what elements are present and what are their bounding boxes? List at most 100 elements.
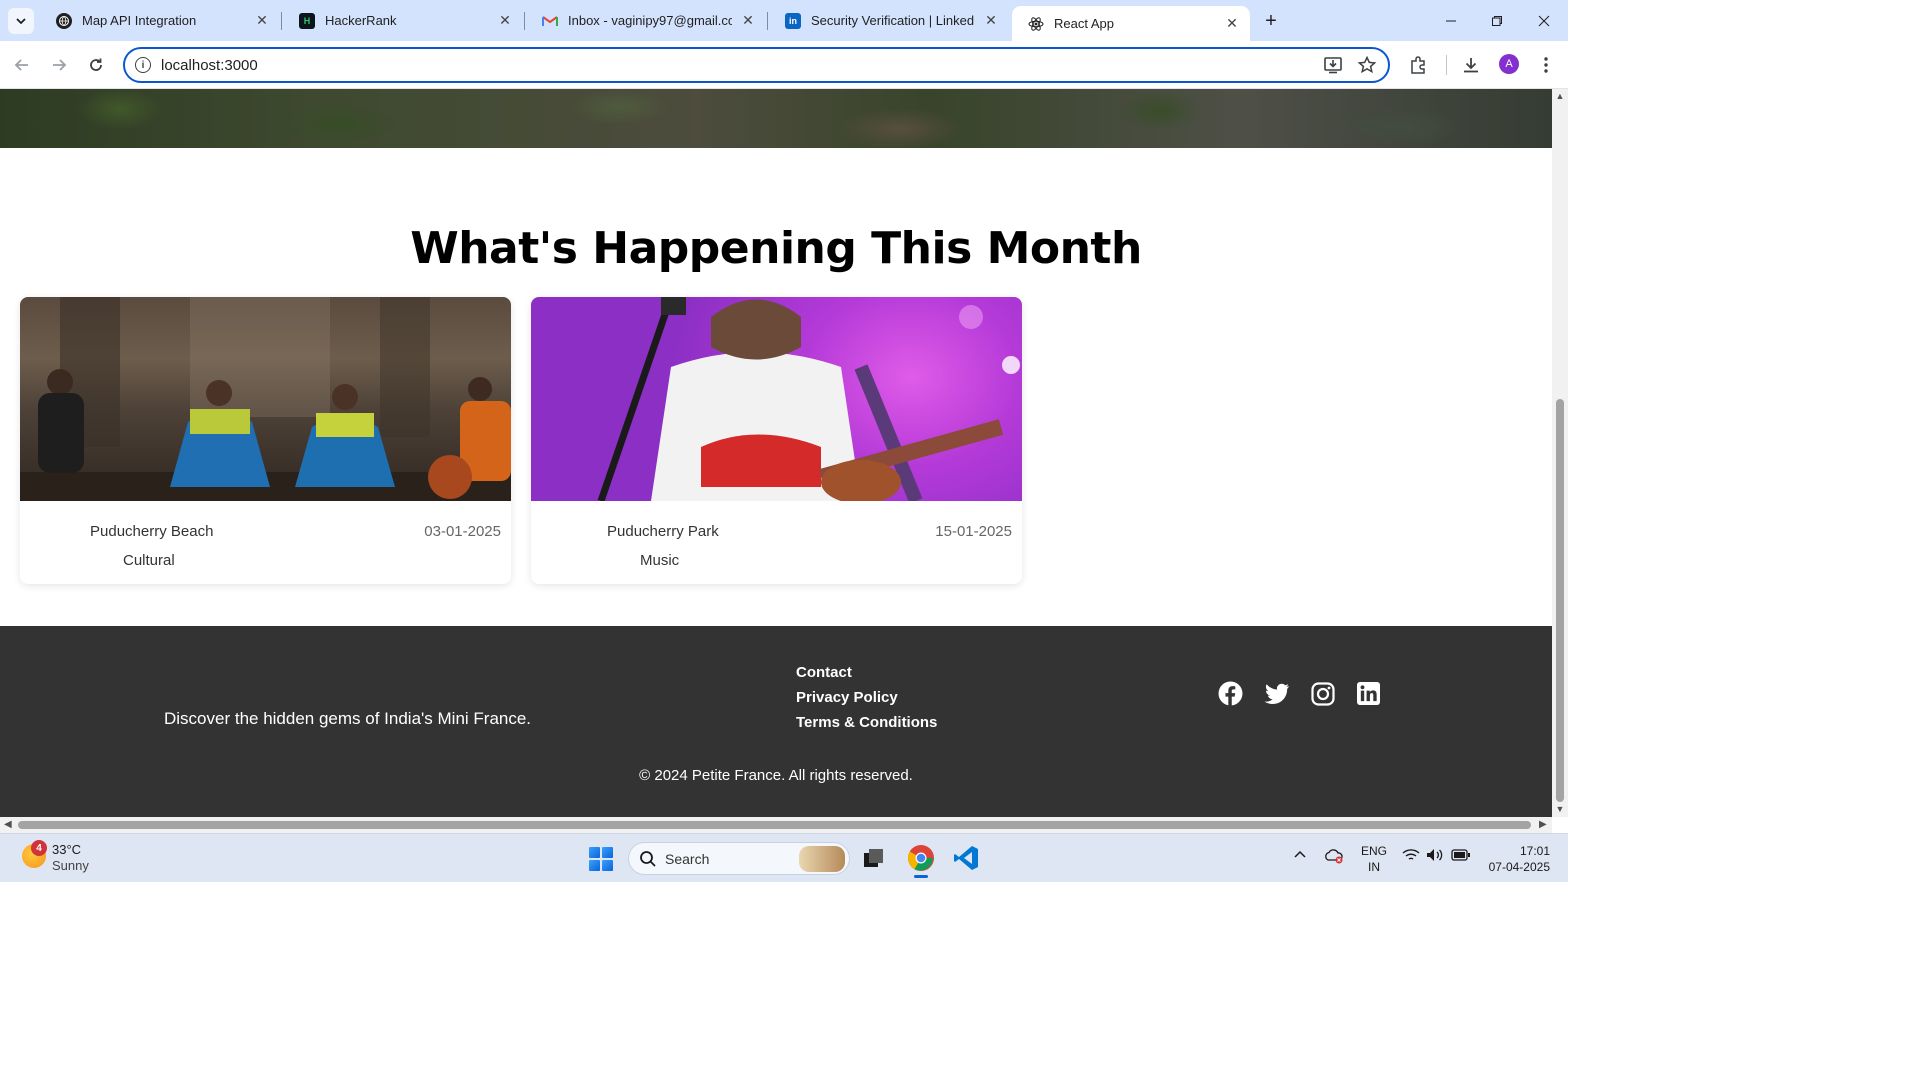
close-icon[interactable]: ✕ (254, 12, 270, 29)
chevron-up-icon[interactable] (1293, 848, 1307, 865)
globe-icon (56, 12, 72, 29)
site-info-icon[interactable]: i (135, 57, 151, 73)
vertical-scrollbar[interactable]: ▲ ▼ (1552, 89, 1568, 817)
event-date: 03-01-2025 (424, 523, 501, 540)
tab-hackerrank[interactable]: H HackerRank ✕ (283, 0, 523, 41)
kebab-menu-icon[interactable] (1534, 53, 1558, 77)
plus-icon: + (1265, 9, 1277, 32)
tab-search-button[interactable] (8, 8, 34, 34)
scroll-right-icon[interactable]: ▶ (1539, 819, 1547, 830)
toolbar-divider (1446, 55, 1447, 75)
event-location: Puducherry Park (607, 523, 719, 540)
reload-button[interactable] (82, 51, 110, 79)
scrollbar-thumb[interactable] (18, 821, 1531, 829)
twitter-icon[interactable] (1264, 681, 1289, 706)
language-indicator[interactable]: ENG IN (1361, 843, 1387, 875)
profile-avatar[interactable]: A (1499, 54, 1519, 74)
download-icon[interactable] (1459, 53, 1483, 77)
scrollbar-thumb[interactable] (1556, 399, 1564, 802)
clock-date: 07-04-2025 (1488, 860, 1550, 874)
close-icon[interactable]: ✕ (983, 12, 999, 29)
social-links (1218, 681, 1381, 706)
taskbar-vscode[interactable] (950, 842, 982, 874)
active-indicator (914, 875, 928, 878)
minimize-button[interactable] (1428, 0, 1474, 41)
event-photo (20, 297, 511, 501)
scroll-left-icon[interactable]: ◀ (4, 819, 12, 830)
weather-temperature: 33°C (52, 842, 82, 857)
linkedin-icon: in (785, 12, 801, 29)
taskbar-chrome[interactable] (905, 842, 937, 878)
battery-icon[interactable] (1451, 848, 1471, 865)
event-card[interactable]: Puducherry Park 15-01-2025 Music (531, 297, 1022, 584)
tab-divider (767, 12, 768, 30)
volume-icon[interactable] (1426, 848, 1444, 865)
event-location: Puducherry Beach (90, 523, 214, 540)
bookmark-star-icon[interactable] (1357, 55, 1377, 75)
event-card[interactable]: Puducherry Beach 03-01-2025 Cultural (20, 297, 511, 584)
close-window-button[interactable] (1521, 0, 1567, 41)
scroll-up-icon[interactable]: ▲ (1555, 91, 1565, 101)
close-icon[interactable]: ✕ (1224, 15, 1240, 32)
forward-button[interactable] (45, 51, 73, 79)
wifi-icon[interactable] (1402, 848, 1420, 865)
facebook-icon[interactable] (1218, 681, 1243, 706)
onedrive-error-icon[interactable] (1324, 848, 1344, 867)
footer-tagline: Discover the hidden gems of India's Mini… (164, 709, 532, 728)
weather-condition: Sunny (52, 858, 89, 873)
search-icon (640, 851, 656, 867)
tab-react-app[interactable]: React App ✕ (1012, 6, 1250, 41)
tab-gmail[interactable]: Inbox - vaginipy97@gmail.com ✕ (526, 0, 766, 41)
section-title: What's Happening This Month (410, 223, 1142, 274)
footer-links: Contact Privacy Policy Terms & Condition… (796, 663, 937, 738)
new-tab-button[interactable]: + (1258, 8, 1284, 34)
tab-label: React App (1054, 16, 1114, 31)
tab-linkedin[interactable]: in Security Verification | LinkedIn ✕ (769, 0, 1009, 41)
event-category: Cultural (123, 552, 175, 569)
tab-strip: Map API Integration ✕ H HackerRank ✕ Inb… (0, 0, 1568, 41)
arrow-left-icon (14, 59, 28, 71)
taskbar-search[interactable]: Search (628, 842, 850, 875)
horizontal-scrollbar[interactable]: ◀ ▶ (0, 817, 1552, 833)
taskbar-task-view[interactable] (858, 842, 890, 874)
tab-map-api[interactable]: Map API Integration ✕ (40, 0, 280, 41)
windows-logo-icon (589, 847, 600, 858)
close-icon[interactable]: ✕ (497, 12, 513, 29)
scroll-down-icon[interactable]: ▼ (1555, 804, 1565, 814)
extensions-icon[interactable] (1406, 53, 1430, 77)
task-view-icon (864, 849, 883, 867)
install-app-icon[interactable] (1323, 55, 1343, 75)
address-bar[interactable]: i localhost:3000 (123, 47, 1390, 83)
tab-divider (524, 12, 525, 30)
restore-icon (1492, 15, 1502, 26)
search-label: Search (665, 851, 710, 867)
vscode-icon (954, 846, 978, 870)
tab-label: Map API Integration (82, 13, 197, 28)
footer-link-privacy[interactable]: Privacy Policy (796, 688, 937, 713)
chrome-icon (907, 845, 934, 871)
windows-taskbar: 4 33°C Sunny Search ENG IN 17:01 07-04-2… (0, 833, 1568, 882)
react-icon (1028, 16, 1044, 32)
tab-label: HackerRank (325, 13, 397, 28)
notification-badge: 4 (31, 840, 47, 856)
url-text[interactable]: localhost:3000 (161, 57, 258, 74)
instagram-icon[interactable] (1310, 681, 1335, 706)
restore-button[interactable] (1474, 0, 1520, 41)
start-button[interactable] (589, 847, 613, 871)
system-clock[interactable]: 17:01 07-04-2025 (1478, 843, 1550, 875)
footer-link-terms[interactable]: Terms & Conditions (796, 713, 937, 738)
hackerrank-icon: H (299, 12, 315, 29)
footer-link-contact[interactable]: Contact (796, 663, 937, 688)
footer-copyright: © 2024 Petite France. All rights reserve… (639, 767, 913, 784)
back-button[interactable] (8, 51, 36, 79)
site-footer: Discover the hidden gems of India's Mini… (0, 626, 1552, 817)
arrow-right-icon (53, 59, 67, 71)
close-icon (1538, 15, 1550, 26)
minimize-icon (1446, 20, 1456, 21)
linkedin-icon[interactable] (1356, 681, 1381, 706)
gmail-icon (542, 13, 558, 29)
event-date: 15-01-2025 (935, 523, 1012, 540)
close-icon[interactable]: ✕ (740, 12, 756, 29)
search-highlight-image (799, 846, 845, 872)
region-code: IN (1368, 860, 1380, 874)
